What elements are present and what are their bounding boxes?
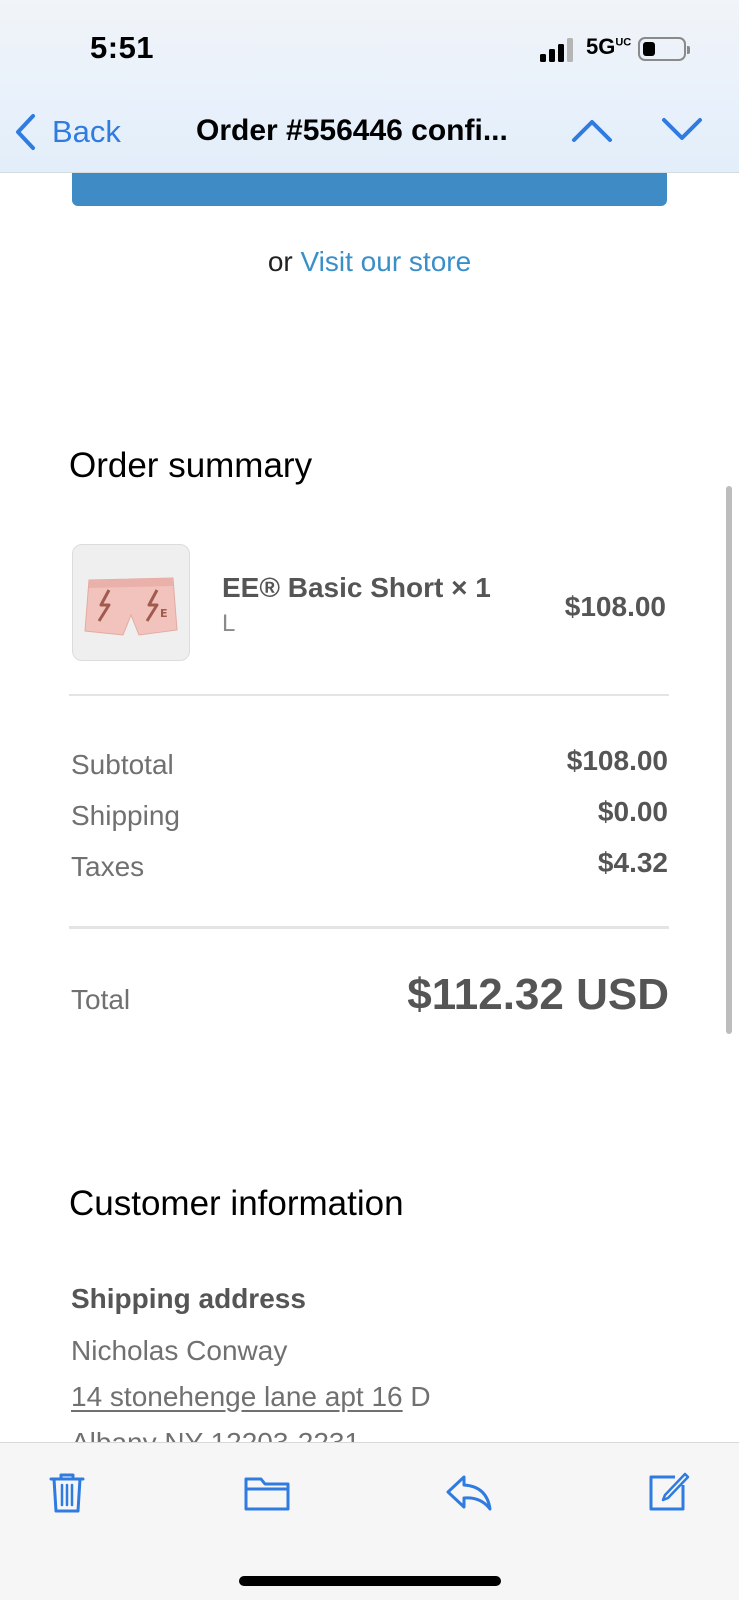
divider bbox=[69, 694, 669, 696]
compose-icon bbox=[649, 1472, 690, 1511]
chevron-left-icon bbox=[16, 114, 35, 150]
shipping-address-heading: Shipping address bbox=[71, 1283, 306, 1314]
status-time: 5:51 bbox=[90, 30, 155, 65]
visit-prefix: or bbox=[267, 246, 293, 277]
back-button[interactable]: Back bbox=[14, 112, 121, 152]
folder-icon bbox=[244, 1477, 290, 1511]
subtotal-label: Subtotal bbox=[71, 749, 174, 780]
home-indicator[interactable] bbox=[239, 1576, 501, 1586]
customer-name: Nicholas Conway bbox=[71, 1335, 288, 1366]
network-type: 5GUC bbox=[586, 34, 632, 59]
trash-icon bbox=[49, 1473, 85, 1513]
order-summary-heading: Order summary bbox=[69, 446, 313, 485]
chevron-up-icon bbox=[572, 120, 612, 142]
taxes-value: $4.32 bbox=[597, 847, 668, 878]
scrollbar[interactable] bbox=[726, 486, 732, 1034]
item-name: EE® Basic Short × 1 bbox=[222, 572, 491, 603]
street-address-link[interactable]: 14 stonehenge lane apt 16 bbox=[71, 1381, 403, 1412]
reply-icon bbox=[446, 1475, 492, 1511]
compose-button[interactable] bbox=[645, 1469, 691, 1515]
shipping-value: $0.00 bbox=[597, 796, 668, 827]
chevron-down-icon bbox=[662, 118, 702, 140]
product-thumbnail[interactable]: E bbox=[72, 544, 190, 661]
reply-button[interactable] bbox=[444, 1469, 494, 1515]
top-bar: 5:51 5GUC Back Order #556446 confi... bbox=[0, 0, 739, 173]
taxes-label: Taxes bbox=[71, 851, 145, 882]
item-price: $108.00 bbox=[564, 591, 666, 622]
battery-icon bbox=[638, 37, 690, 61]
svg-text:E: E bbox=[160, 607, 168, 620]
street-suffix: D bbox=[402, 1381, 431, 1412]
previous-message-button[interactable] bbox=[570, 114, 614, 146]
next-message-button[interactable] bbox=[660, 114, 704, 146]
item-variant: L bbox=[222, 610, 236, 637]
message-title: Order #556446 confi... bbox=[196, 114, 508, 147]
street-line: 14 stonehenge lane apt 16 D bbox=[71, 1381, 431, 1413]
shipping-label: Shipping bbox=[71, 800, 180, 831]
cellular-signal-icon bbox=[540, 38, 576, 62]
divider bbox=[69, 926, 669, 929]
trash-button[interactable] bbox=[44, 1469, 90, 1515]
customer-info-heading: Customer information bbox=[69, 1184, 404, 1223]
subtotal-value: $108.00 bbox=[566, 745, 668, 776]
move-to-folder-button[interactable] bbox=[243, 1469, 291, 1515]
visit-store-link[interactable]: Visit our store bbox=[301, 246, 472, 277]
back-label: Back bbox=[52, 114, 121, 149]
pink-shorts-icon: E bbox=[84, 577, 178, 636]
total-label: Total bbox=[71, 984, 131, 1015]
visit-store-line: or Visit our store bbox=[0, 246, 739, 278]
total-value: $112.32 USD bbox=[407, 970, 669, 1019]
